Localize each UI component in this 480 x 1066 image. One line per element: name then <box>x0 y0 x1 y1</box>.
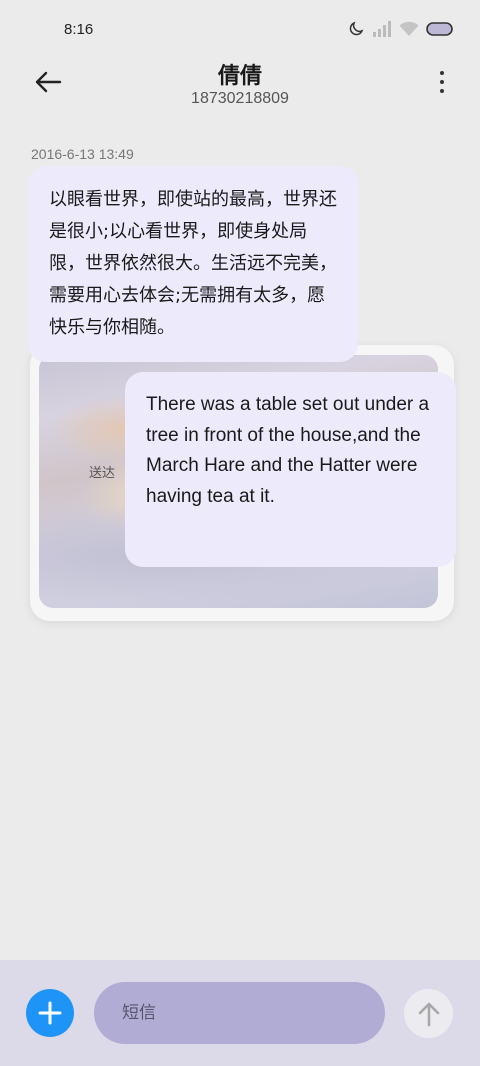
contact-name: 倩倩 <box>217 64 262 89</box>
moon-icon <box>347 20 365 38</box>
send-button[interactable] <box>404 989 453 1038</box>
compose-bar <box>0 960 480 1066</box>
conversation-header: 倩倩 18730218809 <box>0 50 480 120</box>
plus-icon <box>38 1001 62 1025</box>
message-bubble-chinese[interactable]: 以眼看世界，即使站的最高，世界还是很小;以心看世界，即使身处局限，世界依然很大。… <box>28 166 358 362</box>
more-vertical-icon <box>440 71 444 75</box>
message-timestamp: 2016-6-13 13:49 <box>31 146 134 162</box>
message-input[interactable] <box>94 982 385 1044</box>
battery-icon <box>426 22 454 36</box>
delivery-status: 送达 <box>89 466 116 481</box>
arrow-up-icon <box>418 1002 439 1026</box>
wifi-icon <box>399 21 419 37</box>
add-attachment-button[interactable] <box>26 989 74 1037</box>
contact-number: 18730218809 <box>191 90 289 107</box>
cellular-signal-icon <box>372 21 392 37</box>
status-icons <box>347 20 454 38</box>
more-options-button[interactable] <box>432 68 452 96</box>
message-bubble-english[interactable]: There was a table set out under a tree i… <box>125 372 456 567</box>
status-time: 8:16 <box>64 21 94 38</box>
